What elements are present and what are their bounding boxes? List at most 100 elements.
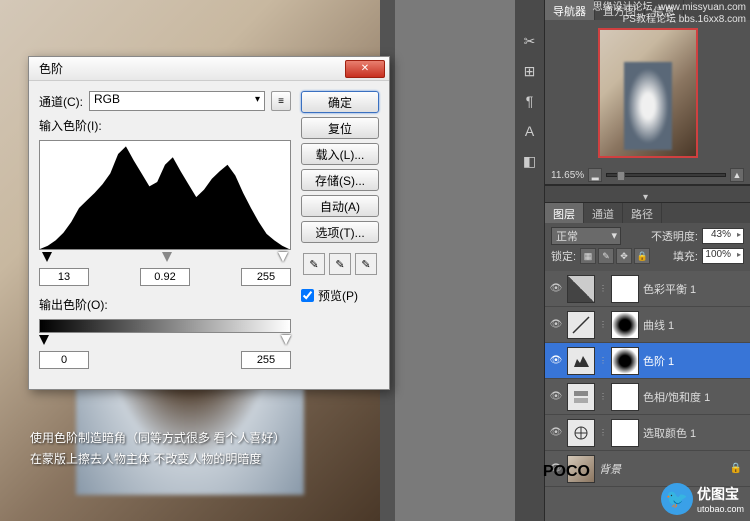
zoom-value[interactable]: 11.65% [551,170,584,181]
link-icon: ⋮ [599,428,607,437]
tab-channels[interactable]: 通道 [584,203,623,223]
input-gamma-slider[interactable] [162,252,172,262]
input-gamma-field[interactable]: 0.92 [140,268,190,286]
auto-button[interactable]: 自动(A) [301,195,379,217]
navigator-preview[interactable] [545,20,750,166]
tool-icon-2[interactable]: ⊞ [517,58,543,84]
instruction-caption: 使用色阶制造暗角（同等方式很多 看个人喜好） 在蒙版上擦去人物主体 不改变人物的… [30,428,285,471]
channel-select[interactable]: RGB [89,91,265,111]
tool-icon-3[interactable]: ¶ [517,88,543,114]
tab-paths[interactable]: 路径 [623,203,662,223]
layer-row-selective[interactable]: 👁 ⋮ 选取颜色 1 [545,415,750,451]
tab-navigator[interactable]: 导航器 [545,0,595,20]
adjustment-thumb-color-balance[interactable] [567,275,595,303]
adjustment-thumb-curves[interactable] [567,311,595,339]
visibility-icon[interactable]: 👁 [549,390,563,404]
visibility-icon[interactable]: 👁 [549,282,563,296]
adjustment-thumb-levels[interactable] [567,347,595,375]
lock-transparent-icon[interactable]: ▦ [580,248,596,264]
poco-watermark: POCO [543,463,590,481]
black-eyedropper[interactable]: ✎ [303,253,325,275]
mask-thumb[interactable] [611,275,639,303]
lock-label: 锁定: [551,248,576,264]
layer-name: 背景 [599,461,726,477]
collapsed-panel-strip: ✂ ⊞ ¶ A ◧ [515,0,545,521]
lock-position-icon[interactable]: ✥ [616,248,632,264]
layer-name: 色相/饱和度 1 [643,389,746,405]
watermark-bird-icon: 🐦 [661,483,693,515]
input-white-slider[interactable] [278,252,288,262]
zoom-out-button[interactable]: ▂ [588,168,602,182]
adjustment-thumb-hue[interactable] [567,383,595,411]
zoom-slider-handle[interactable] [617,171,625,181]
layer-name: 色阶 1 [643,353,746,369]
output-white-field[interactable]: 255 [241,351,291,369]
watermark-bottom: 🐦 优图宝 utobao.com [661,483,744,515]
visibility-icon[interactable]: 👁 [549,318,563,332]
watermark-top: 思缘设计论坛_www.missyuan.com PS教程论坛 bbs.16xx8… [593,2,746,26]
visibility-icon[interactable]: 👁 [549,426,563,440]
caption-line-2: 在蒙版上擦去人物主体 不改变人物的明暗度 [30,449,285,471]
fill-input[interactable]: 100% [702,248,744,264]
close-button[interactable]: ✕ [345,60,385,78]
input-slider-track [39,252,291,264]
layer-row-curves[interactable]: 👁 ⋮ 曲线 1 [545,307,750,343]
channel-prev-button[interactable]: ≡ [271,91,291,111]
tool-icon-4[interactable]: A [517,118,543,144]
preview-checkbox[interactable] [301,289,314,302]
output-gradient [39,319,291,333]
tab-layers[interactable]: 图层 [545,203,584,223]
caption-line-1: 使用色阶制造暗角（同等方式很多 看个人喜好） [30,428,285,450]
link-icon: ⋮ [599,320,607,329]
zoom-slider[interactable] [606,173,726,177]
lock-icon: 🔒 [730,463,742,474]
link-icon: ⋮ [599,392,607,401]
output-slider-track [39,335,291,347]
watermark-url: utobao.com [697,504,744,514]
layer-row-color-balance[interactable]: 👁 ⋮ 色彩平衡 1 [545,271,750,307]
link-icon: ⋮ [599,284,607,293]
input-white-field[interactable]: 255 [241,268,291,286]
reset-button[interactable]: 复位 [301,117,379,139]
fill-label: 填充: [673,248,698,264]
gray-eyedropper[interactable]: ✎ [329,253,351,275]
options-button[interactable]: 选项(T)... [301,221,379,243]
link-icon: ⋮ [599,356,607,365]
save-button[interactable]: 存储(S)... [301,169,379,191]
preview-checkbox-row[interactable]: 预览(P) [301,287,379,304]
levels-dialog: 色阶 ✕ 通道(C): RGB ≡ 输入色阶(I): [28,56,390,390]
navigator-panel: 导航器 直方图 信息 11.65% ▂ ▲ [545,0,750,185]
layer-row-levels[interactable]: 👁 ⋮ 色阶 1 [545,343,750,379]
adjustment-thumb-selective[interactable] [567,419,595,447]
input-levels-label: 输入色阶(I): [39,117,102,134]
input-black-field[interactable]: 13 [39,268,89,286]
ok-button[interactable]: 确定 [301,91,379,113]
watermark-text: 优图宝 [697,486,739,502]
layer-row-hue[interactable]: 👁 ⋮ 色相/饱和度 1 [545,379,750,415]
mask-thumb[interactable] [611,383,639,411]
histogram[interactable] [39,140,291,250]
zoom-in-button[interactable]: ▲ [730,168,744,182]
output-black-field[interactable]: 0 [39,351,89,369]
dialog-titlebar[interactable]: 色阶 ✕ [29,57,389,81]
visibility-icon[interactable]: 👁 [549,354,563,368]
mask-thumb[interactable] [611,419,639,447]
layer-name: 色彩平衡 1 [643,281,746,297]
tool-icon-5[interactable]: ◧ [517,148,543,174]
layer-name: 曲线 1 [643,317,746,333]
output-white-slider[interactable] [281,335,291,345]
opacity-input[interactable]: 43% [702,228,744,244]
navigator-thumbnail[interactable] [598,28,698,158]
output-black-slider[interactable] [39,335,49,345]
lock-all-icon[interactable]: 🔒 [634,248,650,264]
mask-thumb[interactable] [611,347,639,375]
tool-icon-1[interactable]: ✂ [517,28,543,54]
input-black-slider[interactable] [42,252,52,262]
opacity-label: 不透明度: [651,228,698,244]
output-levels-label: 输出色阶(O): [39,296,108,313]
mask-thumb[interactable] [611,311,639,339]
lock-pixels-icon[interactable]: ✎ [598,248,614,264]
blend-mode-select[interactable]: 正常 [551,227,621,245]
white-eyedropper[interactable]: ✎ [355,253,377,275]
load-button[interactable]: 载入(L)... [301,143,379,165]
